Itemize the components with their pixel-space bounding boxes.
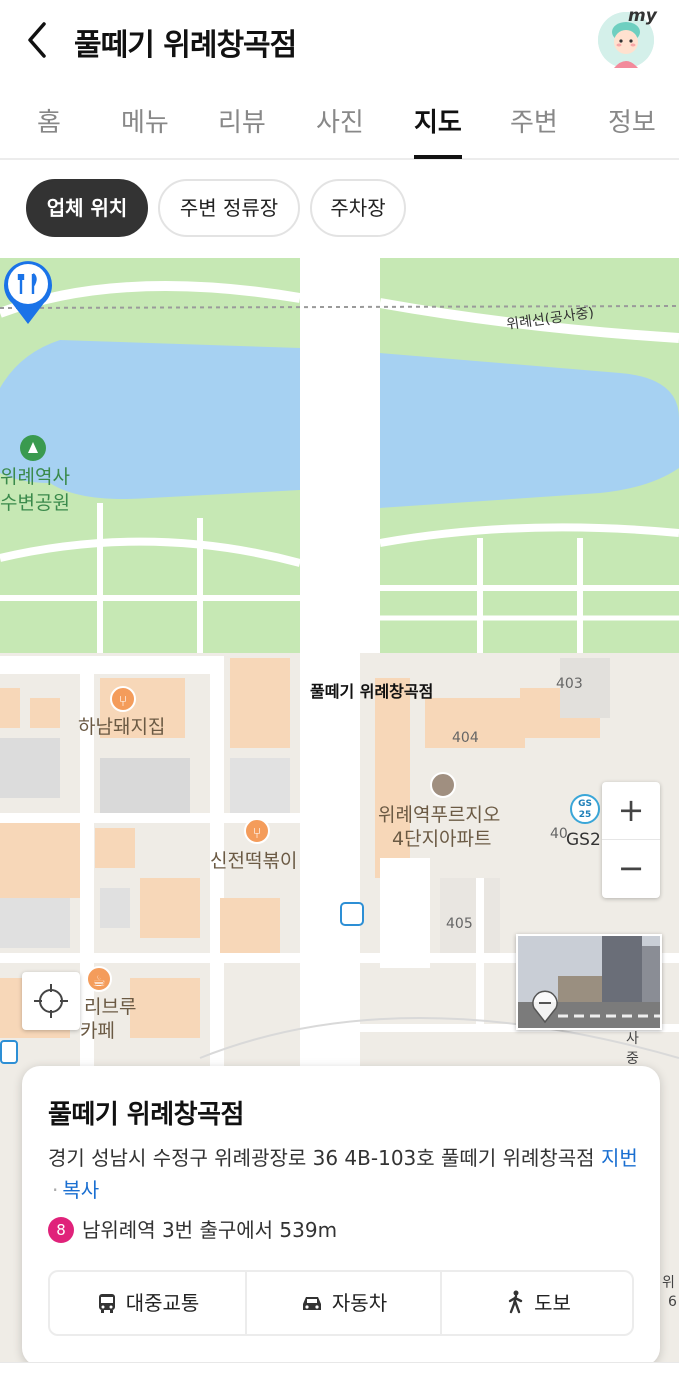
zoom-out-button[interactable]: −	[602, 840, 660, 898]
tab-map[interactable]: 지도	[414, 102, 462, 139]
route-buttons: 대중교통 자동차 도보	[48, 1270, 634, 1336]
tab-info[interactable]: 정보	[608, 102, 656, 139]
gs-badge-num: 25	[578, 810, 592, 820]
building-405-label: 405	[446, 916, 473, 932]
back-button[interactable]	[20, 18, 60, 62]
gs-badge-text: GS	[578, 799, 592, 809]
subway-line-badge: 8	[48, 1217, 74, 1243]
cafe-label-line2[interactable]: 카페	[80, 1016, 115, 1043]
map-filter-chips: 업체 위치 주변 정류장 주차장	[0, 160, 679, 258]
edge-label-sa: 사	[626, 1031, 639, 1047]
park-label-line1: 위례역사	[0, 466, 70, 488]
cafe-label-line1[interactable]: 리브루	[84, 992, 136, 1019]
copy-link[interactable]: 복사	[62, 1178, 99, 1202]
restaurant1-label[interactable]: 하남돼지집	[78, 712, 165, 739]
building-404-label: 404	[452, 730, 479, 746]
tab-home[interactable]: 홈	[37, 102, 61, 139]
car-label: 자동차	[331, 1291, 388, 1315]
tab-nearby[interactable]: 주변	[510, 102, 558, 139]
walk-icon	[508, 1290, 523, 1314]
car-route-button[interactable]: 자동차	[245, 1272, 440, 1334]
edge-label-jung: 중	[626, 1051, 639, 1067]
street-view-pin-icon	[532, 990, 558, 1024]
zoom-in-button[interactable]: +	[602, 782, 660, 840]
place-pin-icon[interactable]	[0, 258, 56, 326]
current-location-button[interactable]	[22, 972, 80, 1030]
gs25-poi-icon[interactable]: GS 25	[570, 794, 600, 824]
transit-route-button[interactable]: 대중교통	[50, 1272, 245, 1334]
edge-label-wi: 위	[662, 1275, 675, 1291]
address-text: 경기 성남시 수정구 위례광장로 36 4B-103호 풀떼기 위례창곡점 지번…	[48, 1142, 638, 1206]
tab-menu[interactable]: 메뉴	[121, 102, 169, 139]
park-tree-icon	[20, 435, 46, 461]
place-map-label: 풀떼기 위례창곡점	[310, 682, 434, 701]
chip-business-location[interactable]: 업체 위치	[26, 179, 148, 237]
park-label-line2: 수변공원	[0, 492, 70, 514]
restaurant-poi-icon[interactable]: ⑂	[110, 686, 136, 712]
transit-label: 대중교통	[125, 1291, 200, 1315]
tab-photo[interactable]: 사진	[316, 102, 364, 139]
card-title: 풀떼기 위례창곡점	[48, 1100, 244, 1130]
address-value: 경기 성남시 수정구 위례광장로 36 4B-103호 풀떼기 위례창곡점	[48, 1146, 595, 1170]
apartment-label-line2[interactable]: 4단지아파트	[392, 824, 492, 851]
chevron-left-icon	[28, 22, 46, 58]
crosshair-icon	[34, 984, 68, 1018]
apartment-label-line1[interactable]: 위례역푸르지오	[378, 800, 500, 827]
chip-parking[interactable]: 주차장	[310, 179, 406, 237]
edge-label-6: 6	[668, 1294, 677, 1310]
apartment-poi-icon[interactable]	[430, 772, 456, 798]
bus-icon	[98, 1294, 115, 1313]
walk-label: 도보	[534, 1291, 571, 1315]
car-icon	[302, 1297, 321, 1310]
restaurant2-label[interactable]: 신전떡볶이	[210, 846, 297, 873]
avatar-badge: my	[628, 6, 657, 26]
bottom-strip	[0, 1362, 679, 1383]
zoom-control: + −	[602, 782, 660, 898]
street-view-thumbnail[interactable]	[516, 934, 662, 1030]
page-title: 풀떼기 위례창곡점	[74, 28, 297, 63]
walk-route-button[interactable]: 도보	[440, 1272, 635, 1334]
place-info-card: 풀떼기 위례창곡점 경기 성남시 수정구 위례광장로 36 4B-103호 풀떼…	[22, 1066, 660, 1366]
cafe-poi-icon[interactable]: ☕	[86, 966, 112, 992]
tab-review[interactable]: 리뷰	[218, 102, 266, 139]
separator-dot: ·	[52, 1178, 59, 1202]
bus-stop-icon[interactable]	[340, 902, 364, 926]
gs25-label[interactable]: GS2	[566, 830, 601, 850]
active-tab-indicator	[414, 155, 462, 159]
place-page: 풀떼기 위례창곡점 my 홈 메뉴 리뷰 사진 지도 주변 정보 업체 위치 주…	[0, 0, 679, 1383]
subway-distance-text: 남위례역 3번 출구에서 539m	[82, 1218, 338, 1242]
top-bar: 풀떼기 위례창곡점 my	[0, 0, 679, 80]
jibun-link[interactable]: 지번	[601, 1146, 638, 1170]
chip-nearby-stops[interactable]: 주변 정류장	[158, 179, 300, 237]
restaurant-poi-icon[interactable]: ⑂	[244, 818, 270, 844]
subway-info: 8 남위례역 3번 출구에서 539m	[48, 1214, 337, 1243]
bus-stop-icon[interactable]	[0, 1040, 18, 1064]
building-403-label: 403	[556, 676, 583, 692]
tab-bar: 홈 메뉴 리뷰 사진 지도 주변 정보	[0, 88, 679, 160]
